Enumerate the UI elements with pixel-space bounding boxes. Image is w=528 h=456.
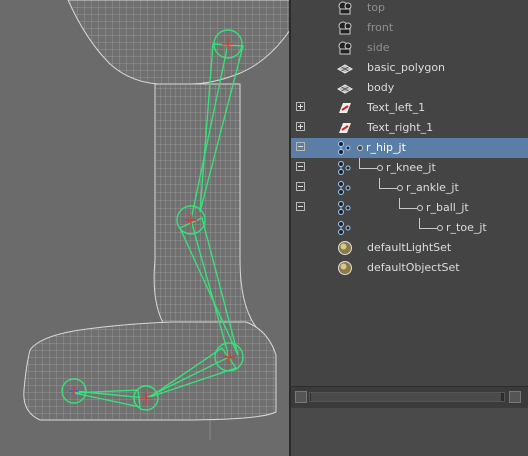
- hierarchy-line: [419, 228, 437, 229]
- outliner-item-default-light-set[interactable]: defaultLightSet: [291, 238, 528, 258]
- outliner-item-r-hip-jt[interactable]: r_hip_jt: [291, 138, 528, 158]
- mesh-icon: [337, 84, 353, 94]
- outliner-item-label: r_knee_jt: [386, 161, 436, 174]
- wireframe-leg-model[interactable]: [0, 0, 290, 456]
- hierarchy-line: [359, 168, 377, 169]
- outliner-item-top[interactable]: top: [291, 0, 528, 18]
- outliner-item-basic-polygon[interactable]: basic_polygon: [291, 58, 528, 78]
- outliner-item-label: front: [367, 21, 394, 34]
- scroll-left-button[interactable]: [295, 391, 307, 403]
- hierarchy-line: [399, 208, 417, 209]
- outliner-item-r-ball-jt[interactable]: r_ball_jt: [291, 198, 528, 218]
- outliner-item-text-left-1[interactable]: Text_left_1: [291, 98, 528, 118]
- joint-icon: [338, 221, 351, 235]
- outliner-item-label: r_ball_jt: [426, 201, 469, 214]
- outliner-item-label: top: [367, 1, 386, 14]
- camera-icon: [338, 1, 352, 15]
- outliner-item-label: r_hip_jt: [366, 141, 406, 154]
- outliner-item-label: side: [367, 41, 390, 54]
- expand-plus-icon[interactable]: [296, 102, 305, 111]
- hierarchy-line: [399, 198, 400, 208]
- hierarchy-line: [419, 218, 420, 228]
- hierarchy-line: [359, 158, 360, 168]
- outliner-bottom-panel: [291, 408, 528, 456]
- expand-plus-icon[interactable]: [296, 122, 305, 131]
- foot-mesh-grid: [23, 322, 276, 420]
- outliner-item-label: r_toe_jt: [446, 221, 487, 234]
- outliner-item-default-object-set[interactable]: defaultObjectSet: [291, 258, 528, 278]
- joint-icon: [338, 141, 351, 155]
- joint-icon: [338, 201, 351, 215]
- outliner-item-front[interactable]: front: [291, 18, 528, 38]
- outliner-item-label: r_ankle_jt: [406, 181, 459, 194]
- horizontal-scrollbar[interactable]: [291, 386, 528, 409]
- camera-icon: [338, 41, 352, 55]
- scroll-right-button[interactable]: [509, 391, 521, 403]
- hierarchy-node-dot: [377, 165, 383, 171]
- hierarchy-line: [379, 188, 397, 189]
- set-icon: [338, 261, 352, 275]
- joint-icon: [338, 161, 351, 175]
- outliner-item-r-ankle-jt[interactable]: r_ankle_jt: [291, 178, 528, 198]
- scroll-thumb[interactable]: [311, 393, 501, 401]
- outliner-item-label: defaultLightSet: [367, 241, 452, 254]
- outliner-item-r-toe-jt[interactable]: r_toe_jt: [291, 218, 528, 238]
- collapse-minus-icon[interactable]: [296, 182, 305, 191]
- thigh-mesh-grid: [68, 0, 290, 84]
- joint-icon: [338, 181, 351, 195]
- text-curve-icon: [339, 103, 351, 113]
- text-curve-icon: [339, 123, 351, 133]
- outliner-item-label: Text_right_1: [367, 121, 434, 134]
- outliner-item-body[interactable]: body: [291, 78, 528, 98]
- set-icon: [338, 241, 352, 255]
- outliner-item-label: defaultObjectSet: [367, 261, 460, 274]
- hierarchy-node-dot: [437, 225, 443, 231]
- hierarchy-node-dot: [397, 185, 403, 191]
- hierarchy-node-dot: [357, 145, 363, 151]
- viewport-3d[interactable]: [0, 0, 290, 456]
- hierarchy-line: [379, 178, 380, 188]
- collapse-minus-icon[interactable]: [296, 142, 305, 151]
- outliner-item-side[interactable]: side: [291, 38, 528, 58]
- collapse-minus-icon[interactable]: [296, 162, 305, 171]
- outliner-item-r-knee-jt[interactable]: r_knee_jt: [291, 158, 528, 178]
- camera-icon: [338, 21, 352, 35]
- collapse-minus-icon[interactable]: [296, 202, 305, 211]
- outliner-item-label: Text_left_1: [367, 101, 426, 114]
- mesh-icon: [337, 64, 353, 74]
- outliner-item-text-right-1[interactable]: Text_right_1: [291, 118, 528, 138]
- outliner-item-label: basic_polygon: [367, 61, 446, 74]
- outliner-panel: top front side basic_polygon body Text_l…: [289, 0, 528, 456]
- outliner-item-label: body: [367, 81, 395, 94]
- hierarchy-node-dot: [417, 205, 423, 211]
